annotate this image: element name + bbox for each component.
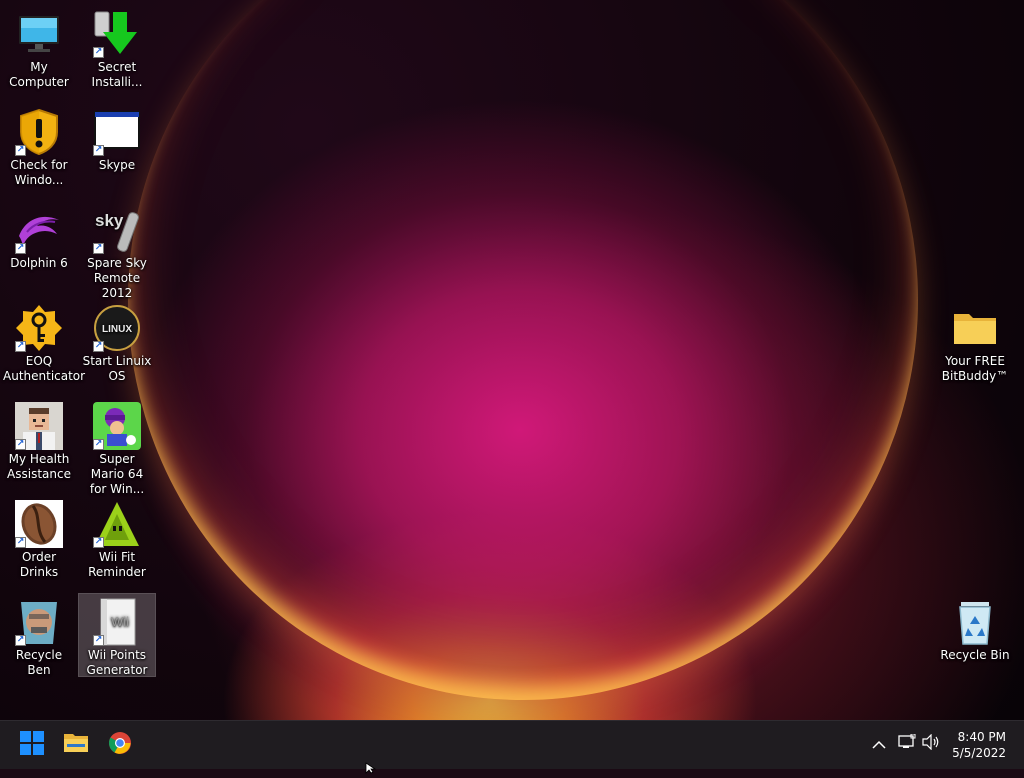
folder-icon bbox=[63, 731, 89, 759]
icon-label: Your FREE BitBuddy™ bbox=[941, 354, 1009, 383]
taskbar: 8:40 PM 5/5/2022 bbox=[0, 720, 1024, 769]
icon-label: Wii Points Generator bbox=[86, 648, 148, 677]
mouse-cursor-icon bbox=[365, 759, 377, 774]
dolphin-icon: ↗ bbox=[15, 206, 63, 254]
desktop-icon-eoq-authenticator[interactable]: ↗ EOQ Authenticator bbox=[1, 300, 86, 383]
desktop-icon-recycle-ben[interactable]: ↗ Recycle Ben bbox=[1, 594, 77, 677]
ben-icon: ↗ bbox=[15, 598, 63, 646]
icon-label: Order Drinks bbox=[19, 550, 59, 579]
shortcut-arrow-icon: ↗ bbox=[15, 341, 26, 352]
download-arrow-icon: ↗ bbox=[93, 10, 141, 58]
sky-remote-icon: sky ↗ bbox=[93, 206, 141, 254]
wallpaper-halo bbox=[128, 0, 918, 700]
sky-logo-text: sky bbox=[95, 211, 124, 230]
network-icon bbox=[898, 733, 916, 754]
linux-logo-text: LINUX bbox=[102, 324, 132, 335]
desktop-icon-wii-fit-reminder[interactable]: ↗ Wii Fit Reminder bbox=[79, 496, 155, 579]
desktop-icon-secret-installer[interactable]: ↗ Secret Installi... bbox=[79, 6, 155, 89]
desktop-icon-wii-points-generator[interactable]: Wii ↗ Wii Points Generator bbox=[78, 593, 156, 677]
shortcut-arrow-icon: ↗ bbox=[15, 635, 26, 646]
shortcut-arrow-icon: ↗ bbox=[93, 635, 104, 646]
clock-time: 8:40 PM bbox=[957, 730, 1006, 744]
shortcut-arrow-icon: ↗ bbox=[93, 537, 104, 548]
chrome-button[interactable] bbox=[103, 728, 137, 762]
icon-label: My Health Assistance bbox=[7, 452, 71, 481]
linux-disc-icon: LINUX ↗ bbox=[93, 304, 141, 352]
chrome-icon bbox=[108, 731, 132, 759]
icon-label: Skype bbox=[98, 158, 136, 172]
desktop-icon-recycle-bin[interactable]: Recycle Bin bbox=[937, 594, 1013, 676]
desktop-icon-my-computer[interactable]: My Computer bbox=[1, 6, 77, 89]
show-hidden-icons-button[interactable] bbox=[868, 733, 890, 755]
shortcut-arrow-icon: ↗ bbox=[93, 439, 104, 450]
shortcut-arrow-icon: ↗ bbox=[15, 145, 26, 156]
shortcut-arrow-icon: ↗ bbox=[93, 47, 104, 58]
icon-label: Check for Windo... bbox=[10, 158, 68, 187]
desktop-icon-skype[interactable]: ↗ Skype bbox=[79, 104, 155, 186]
icon-label: Secret Installi... bbox=[91, 60, 143, 89]
key-badge-icon: ↗ bbox=[15, 304, 63, 352]
doctor-icon: ↗ bbox=[15, 402, 63, 450]
icon-label: Super Mario 64 for Win... bbox=[89, 452, 145, 496]
shortcut-arrow-icon: ↗ bbox=[93, 243, 104, 254]
clock[interactable]: 8:40 PM 5/5/2022 bbox=[952, 729, 1006, 761]
desktop-icon-super-mario-64[interactable]: ↗ Super Mario 64 for Win... bbox=[79, 398, 155, 496]
icon-label: Wii Fit Reminder bbox=[88, 550, 146, 579]
wii-box-icon: Wii ↗ bbox=[93, 598, 141, 646]
icon-label: EOQ Authenticator bbox=[3, 354, 86, 383]
windows-start-icon bbox=[20, 731, 44, 759]
wii-logo-text: Wii bbox=[111, 614, 129, 629]
desktop-icon-your-free-bitbuddy[interactable]: Your FREE BitBuddy™ bbox=[937, 300, 1013, 383]
triangle-icon: ↗ bbox=[93, 500, 141, 548]
shortcut-arrow-icon: ↗ bbox=[93, 341, 104, 352]
clock-date: 5/5/2022 bbox=[952, 746, 1006, 760]
desktop-icon-check-for-windows[interactable]: ↗ Check for Windo... bbox=[1, 104, 77, 187]
file-explorer-button[interactable] bbox=[59, 728, 93, 762]
desktop-icon-order-drinks[interactable]: ↗ Order Drinks bbox=[1, 496, 77, 579]
monitor-icon bbox=[15, 10, 63, 58]
volume-icon bbox=[922, 733, 940, 754]
shield-warning-icon: ↗ bbox=[15, 108, 63, 156]
coffee-bean-icon: ↗ bbox=[15, 500, 63, 548]
shortcut-arrow-icon: ↗ bbox=[93, 145, 104, 156]
desktop-icon-spare-sky-remote[interactable]: sky ↗ Spare Sky Remote 2012 bbox=[79, 202, 155, 300]
icon-label: Start Linuix OS bbox=[82, 354, 152, 383]
recycle-bin-icon bbox=[951, 598, 999, 646]
icon-label: Recycle Bin bbox=[940, 648, 1010, 662]
window-icon: ↗ bbox=[93, 108, 141, 156]
desktop-icon-start-linuix-os[interactable]: LINUX ↗ Start Linuix OS bbox=[79, 300, 155, 383]
icon-label: My Computer bbox=[9, 60, 69, 89]
chevron-up-icon bbox=[872, 735, 886, 754]
game-icon: ↗ bbox=[93, 402, 141, 450]
shortcut-arrow-icon: ↗ bbox=[15, 243, 26, 254]
start-button[interactable] bbox=[15, 728, 49, 762]
icon-label: Recycle Ben bbox=[15, 648, 63, 677]
volume-button[interactable] bbox=[920, 733, 942, 755]
icon-label: Spare Sky Remote 2012 bbox=[87, 256, 147, 300]
icon-label: Dolphin 6 bbox=[10, 256, 68, 270]
shortcut-arrow-icon: ↗ bbox=[15, 439, 26, 450]
desktop-icon-dolphin[interactable]: ↗ Dolphin 6 bbox=[1, 202, 77, 284]
network-button[interactable] bbox=[896, 733, 918, 755]
desktop-icon-my-health-assistance[interactable]: ↗ My Health Assistance bbox=[1, 398, 77, 481]
folder-icon bbox=[951, 304, 999, 352]
desktop[interactable]: My Computer ↗ Check for Windo... ↗ Dolph… bbox=[0, 0, 1024, 720]
shortcut-arrow-icon: ↗ bbox=[15, 537, 26, 548]
